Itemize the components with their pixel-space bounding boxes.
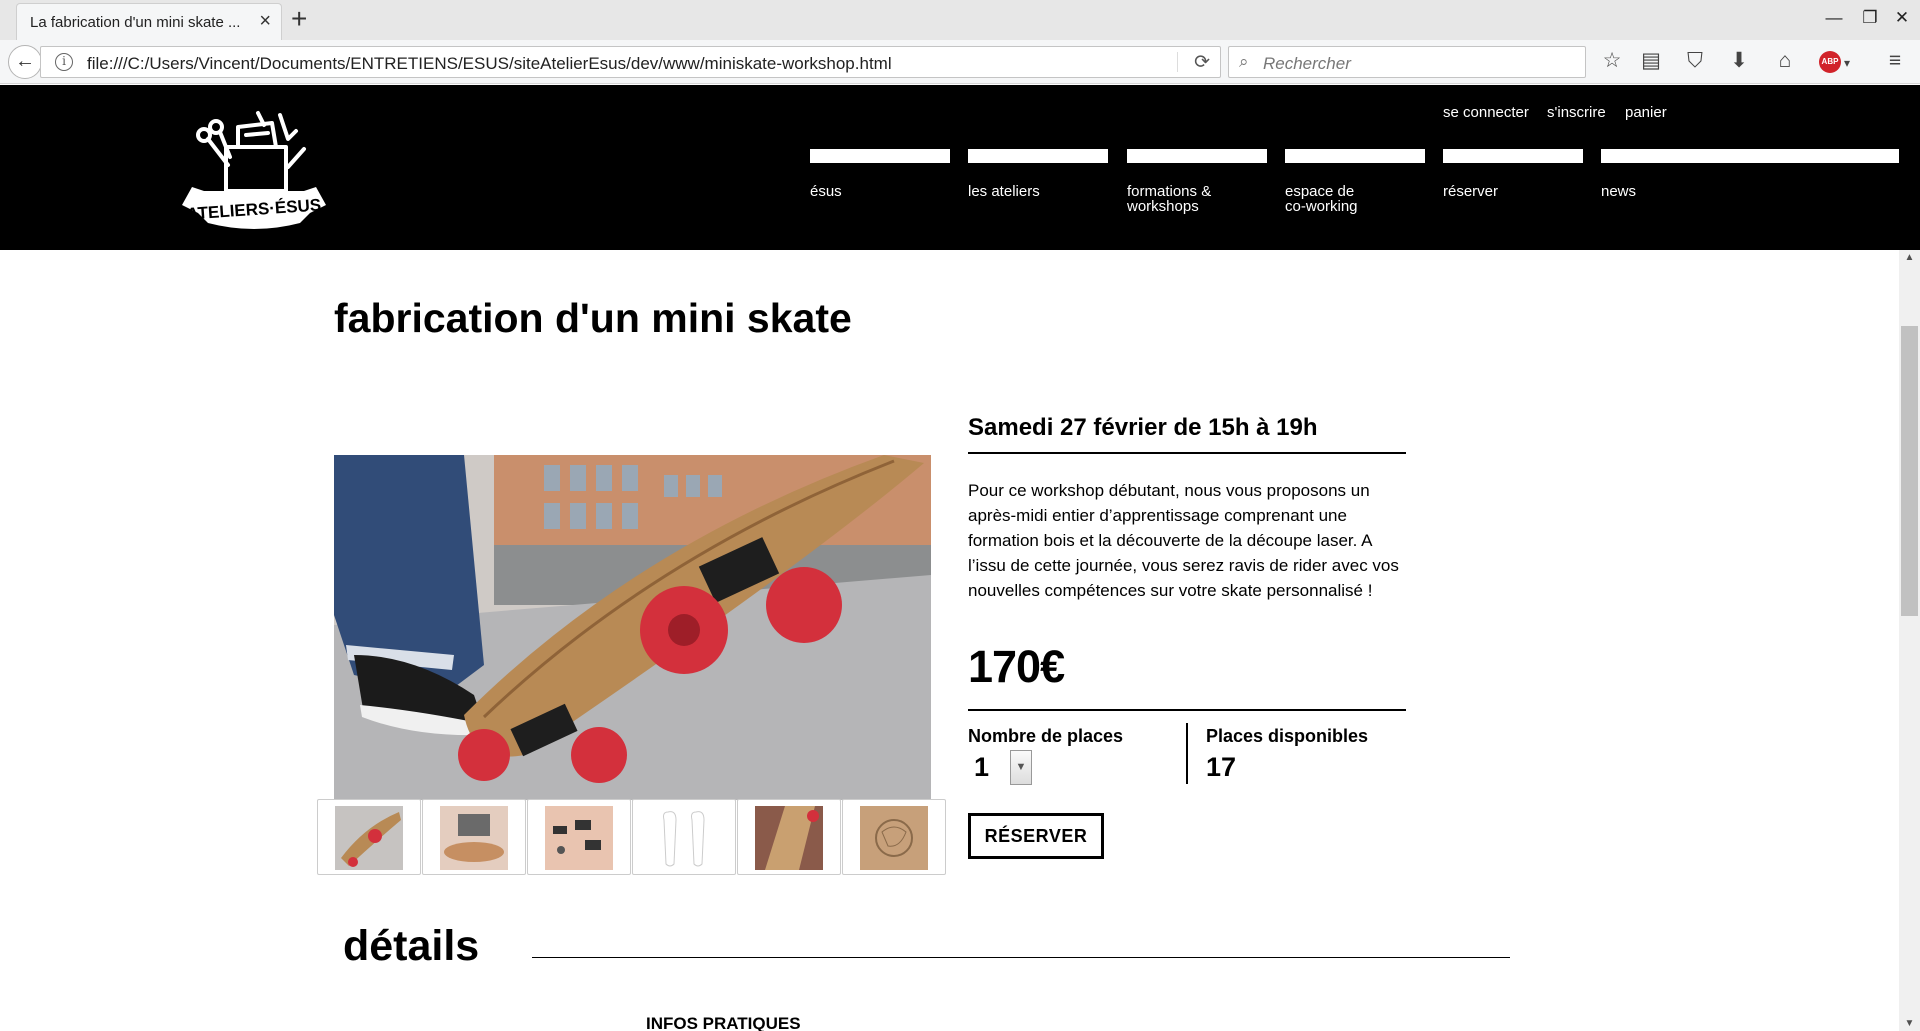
nav-label: ésus (810, 183, 842, 200)
menu-icon[interactable]: ≡ (1880, 48, 1910, 74)
download-icon[interactable]: ⬇ (1724, 48, 1754, 74)
reading-list-icon[interactable]: ▤ (1636, 48, 1666, 74)
signup-link[interactable]: s'inscrire (1547, 104, 1606, 121)
url-separator (1177, 52, 1178, 72)
close-tab-icon[interactable]: × (259, 11, 271, 31)
infos-pratiques-title: INFOS PRATIQUES (646, 1014, 801, 1031)
page-title: fabrication d'un mini skate (334, 295, 852, 341)
cart-link[interactable]: panier (1625, 104, 1667, 121)
divider (968, 452, 1406, 454)
nav-bar-decoration (1443, 149, 1583, 163)
pocket-icon[interactable]: ⛉ (1680, 48, 1710, 74)
nav-bar-decoration (1285, 149, 1425, 163)
nav-label: réserver (1443, 183, 1499, 200)
thumbnail[interactable] (632, 799, 736, 875)
quantity-label: Nombre de places (968, 726, 1124, 746)
reload-icon[interactable]: ⟳ (1194, 51, 1210, 74)
available-label: Places disponibles (1206, 726, 1369, 746)
scroll-up-icon[interactable]: ▲ (1899, 252, 1920, 263)
price: 170€ (968, 641, 1065, 692)
url-text[interactable]: file:///C:/Users/Vincent/Documents/ENTRE… (87, 54, 892, 74)
thumbnail[interactable] (422, 799, 526, 875)
available-value: 17 (1206, 752, 1237, 782)
thumbnail[interactable] (842, 799, 946, 875)
ateliers-esus-logo[interactable]: ATELIERS·ÉSUS (176, 105, 332, 233)
window-close-icon[interactable]: ✕ (1880, 4, 1920, 32)
nav-label-line2: workshops (1127, 198, 1199, 215)
nav-label: formations & (1127, 183, 1212, 200)
details-divider (532, 957, 1510, 958)
thumbnail-image (440, 806, 508, 870)
site-header: ATELIERS·ÉSUS se connecter s'inscrire pa… (0, 85, 1920, 250)
nav-label: espace de (1285, 183, 1355, 200)
nav-item-coworking[interactable]: espace de co-working (1285, 149, 1425, 214)
search-icon: ⌕ (1239, 52, 1249, 71)
new-tab-icon[interactable]: + (291, 4, 307, 34)
nav-item-formations[interactable]: formations & workshops (1127, 149, 1267, 214)
nav-bar-decoration (1601, 149, 1899, 163)
thumbnail[interactable] (527, 799, 631, 875)
bookmark-star-icon[interactable]: ☆ (1597, 48, 1627, 74)
home-icon[interactable]: ⌂ (1770, 48, 1800, 74)
browser-tab-bar: La fabrication d'un mini skate ... × + —… (0, 0, 1920, 40)
back-arrow-icon[interactable]: ← (8, 45, 42, 79)
nav-label-line2: co-working (1285, 198, 1358, 215)
info-icon[interactable]: i (55, 53, 73, 71)
quantity-value[interactable]: 1 (974, 752, 989, 783)
scroll-thumb[interactable] (1901, 326, 1918, 616)
nav-item-reserver[interactable]: réserver (1443, 149, 1583, 199)
main-product-photo[interactable] (334, 455, 931, 800)
reserve-button[interactable]: RÉSERVER (968, 813, 1104, 859)
thumbnail[interactable] (737, 799, 841, 875)
browser-tab[interactable]: La fabrication d'un mini skate ... × (16, 3, 282, 40)
quantity-dropdown-chevron-icon[interactable]: ▼ (1010, 750, 1032, 785)
event-date: Samedi 27 février de 15h à 19h (968, 414, 1318, 441)
thumbnail-image (335, 806, 403, 870)
thumbnail-image (650, 806, 718, 870)
nav-bar-decoration (810, 149, 950, 163)
nav-label: les ateliers (968, 183, 1040, 200)
nav-bar-decoration (968, 149, 1108, 163)
thumbnail[interactable] (317, 799, 421, 875)
divider (968, 709, 1406, 711)
search-placeholder: Rechercher (1263, 54, 1351, 73)
tab-title: La fabrication d'un mini skate ... (30, 14, 241, 31)
nav-item-ateliers[interactable]: les ateliers (968, 149, 1108, 199)
login-link[interactable]: se connecter (1443, 104, 1529, 121)
chevron-down-icon[interactable]: ▾ (1832, 50, 1862, 76)
nav-label: news (1601, 183, 1637, 200)
nav-bar-decoration (1127, 149, 1267, 163)
thumbnail-image (545, 806, 613, 870)
details-title: détails (343, 922, 480, 970)
address-bar[interactable]: i file:///C:/Users/Vincent/Documents/ENT… (40, 46, 1221, 78)
vertical-divider (1186, 723, 1188, 784)
search-bar[interactable]: ⌕ Rechercher (1228, 46, 1586, 78)
nav-item-esus[interactable]: ésus (810, 149, 950, 199)
skateboard-photo (334, 455, 931, 800)
scroll-down-icon[interactable]: ▼ (1899, 1018, 1920, 1029)
browser-nav-bar: ← i file:///C:/Users/Vincent/Documents/E… (0, 40, 1920, 84)
page-scrollbar[interactable]: ▲ ▼ (1899, 250, 1920, 1031)
thumbnail-image (860, 806, 928, 870)
thumbnail-image (755, 806, 823, 870)
nav-item-news[interactable]: news (1601, 149, 1899, 199)
event-description: Pour ce workshop débutant, nous vous pro… (968, 481, 1399, 600)
